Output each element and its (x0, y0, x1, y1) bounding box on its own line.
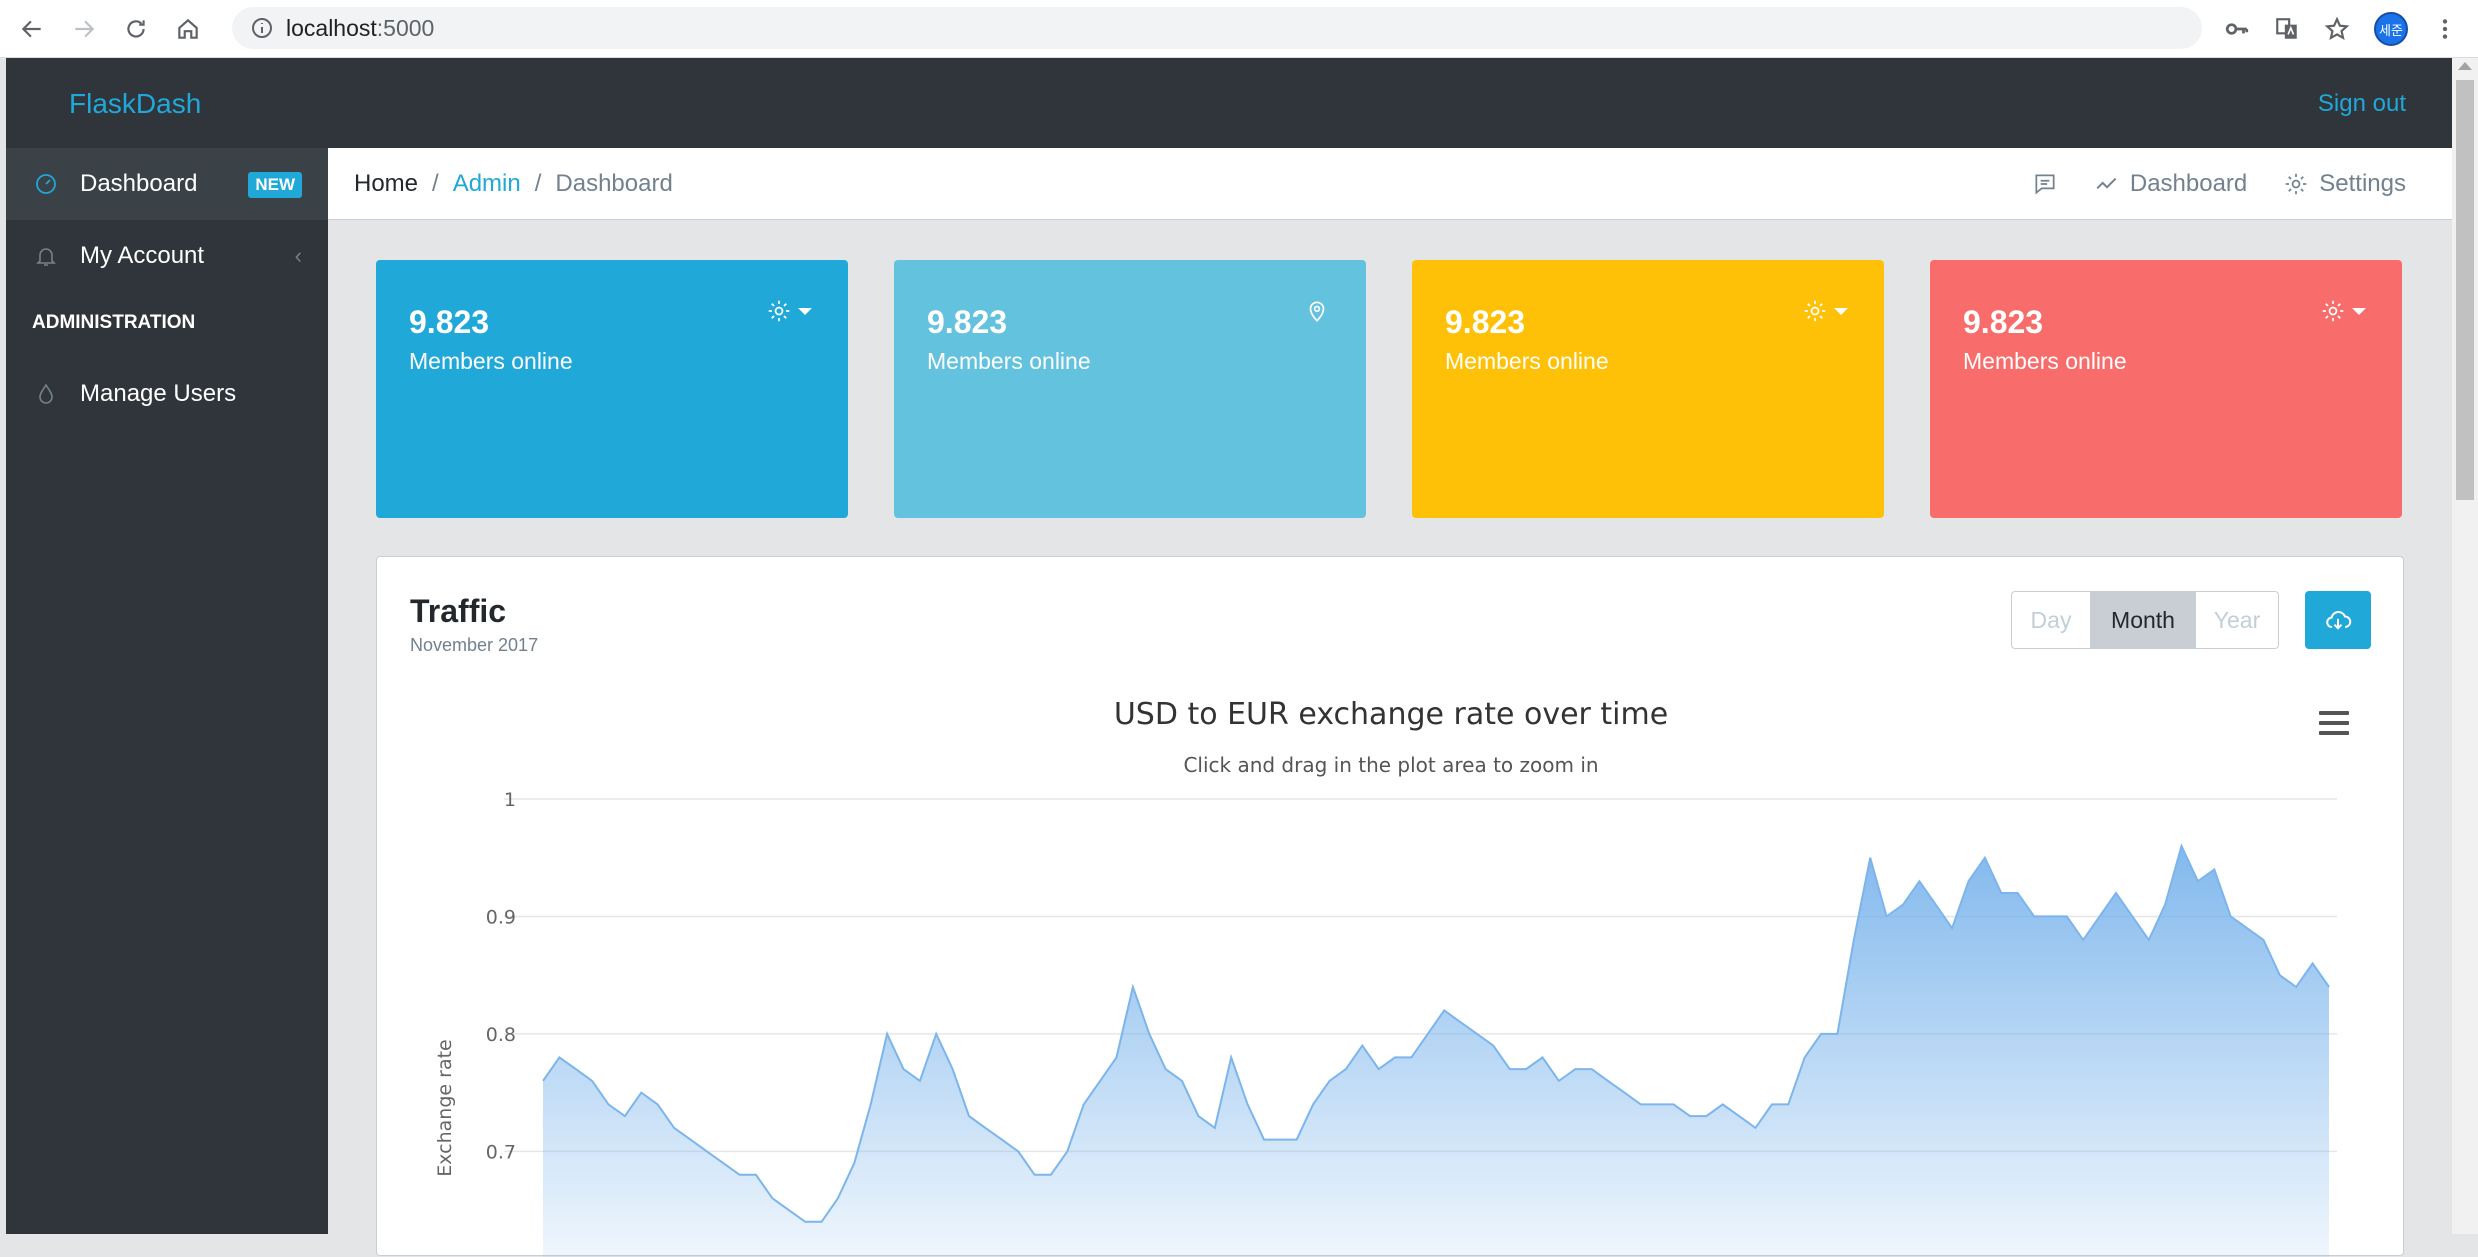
card-location-button[interactable] (1304, 298, 1330, 324)
breadcrumb-separator: / (534, 169, 542, 197)
sidebar: Dashboard NEW My Account ‹ ADMINISTRATIO… (6, 148, 328, 1234)
address-bar[interactable]: localhost:5000 (232, 7, 2202, 49)
card-value: 9.823 (409, 304, 490, 340)
caret-down-icon (798, 307, 812, 315)
messages-button[interactable] (2032, 171, 2058, 197)
gear-icon (2322, 300, 2344, 322)
location-pin-icon (1309, 301, 1325, 322)
card-label: Members online (927, 348, 1091, 374)
sidebar-item-label: Manage Users (80, 380, 237, 407)
card-value: 9.823 (1445, 304, 1526, 340)
brand-logo[interactable]: FlaskDash (69, 88, 201, 120)
new-badge: NEW (248, 172, 302, 198)
breadcrumb-menu: Dashboard Settings (2032, 148, 2406, 220)
sidebar-item-my-account[interactable]: My Account ‹ (6, 220, 328, 292)
sidebar-item-label: Dashboard (80, 170, 198, 197)
stat-card-2: 9.823 Members online (894, 260, 1366, 518)
translate-icon[interactable] (2274, 16, 2300, 42)
y-tick-label: 0.8 (486, 1024, 516, 1046)
card-label: Members online (1963, 348, 2127, 374)
traffic-panel: Traffic November 2017 Day Month Year 1 0.… (376, 556, 2405, 1257)
chart-menu-icon[interactable] (2319, 711, 2349, 741)
series-area-fill (543, 846, 2329, 1257)
info-icon[interactable] (250, 16, 274, 40)
trend-line-icon (2096, 177, 2117, 190)
sidebar-item-manage-users[interactable]: Manage Users (6, 358, 328, 430)
gear-icon (1804, 300, 1826, 322)
bell-icon (36, 248, 56, 266)
card-label: Members online (1445, 348, 1609, 374)
breadcrumb-current: Dashboard (555, 169, 673, 197)
profile-avatar[interactable]: 세준 (2374, 12, 2408, 46)
settings-link[interactable]: Settings (2283, 170, 2406, 198)
key-icon[interactable] (2224, 16, 2250, 42)
browser-actions: 세준 (2224, 0, 2458, 58)
stat-card-4: 9.823 Members online (1930, 260, 2402, 518)
url-text: localhost:5000 (286, 15, 434, 42)
chart-title: USD to EUR exchange rate over time (1113, 697, 1669, 732)
sign-out-link[interactable]: Sign out (2318, 90, 2406, 118)
breadcrumb-home[interactable]: Home (354, 170, 418, 198)
scrollbar-thumb[interactable] (2456, 80, 2474, 500)
y-tick-label: 0.7 (486, 1141, 516, 1163)
home-button[interactable] (168, 9, 208, 49)
bookmark-star-icon[interactable] (2324, 16, 2350, 42)
home-icon (178, 18, 198, 39)
breadcrumb-admin[interactable]: Admin (453, 170, 521, 198)
url-host: localhost (286, 14, 377, 41)
chevron-left-icon: ‹ (294, 243, 302, 268)
speedometer-icon (36, 174, 56, 194)
exchange-rate-chart[interactable]: 1 0.9 0.8 0.7 Exchange rate (377, 557, 2405, 1257)
drop-icon (39, 383, 53, 404)
gear-icon (768, 300, 790, 322)
breadcrumb: Home / Admin / Dashboard Dashboard Setti… (328, 148, 2452, 220)
y-tick-label: 0.9 (486, 906, 516, 928)
reload-icon (127, 19, 145, 38)
dashboard-link-label: Dashboard (2129, 170, 2248, 197)
forward-button[interactable] (64, 9, 104, 49)
scroll-up-arrow-icon[interactable] (2458, 62, 2472, 70)
card-value: 9.823 (927, 304, 1008, 340)
browser-toolbar: localhost:5000 세준 (0, 0, 2478, 58)
sidebar-item-label: My Account (80, 242, 205, 269)
sidebar-item-dashboard[interactable]: Dashboard NEW (6, 148, 328, 220)
back-arrow-icon (21, 20, 41, 37)
card-value: 9.823 (1963, 304, 2044, 340)
y-axis-ticks: 1 0.9 0.8 0.7 (486, 789, 516, 1163)
dashboard-link[interactable]: Dashboard (2094, 170, 2247, 198)
app-header: FlaskDash Sign out (6, 58, 2452, 148)
stat-card-3: 9.823 Members online (1412, 260, 1884, 518)
sidebar-section-title: ADMINISTRATION (32, 312, 196, 333)
y-axis-label: Exchange rate (434, 1039, 456, 1176)
gear-icon (2285, 173, 2307, 195)
card-settings-dropdown[interactable] (766, 298, 812, 324)
back-button[interactable] (12, 9, 52, 49)
caret-down-icon (2352, 307, 2366, 315)
reload-button[interactable] (116, 9, 156, 49)
settings-link-label: Settings (2319, 170, 2406, 197)
breadcrumb-separator: / (432, 169, 439, 197)
stat-card-1: 9.823 Members online (376, 260, 848, 518)
card-label: Members online (409, 348, 573, 374)
forward-arrow-icon (75, 20, 95, 37)
card-settings-dropdown[interactable] (2320, 298, 2366, 324)
caret-down-icon (1834, 307, 1848, 315)
chart-subtitle: Click and drag in the plot area to zoom … (1183, 753, 1599, 777)
speech-bubble-icon (2035, 174, 2055, 195)
url-port: :5000 (376, 14, 435, 41)
card-settings-dropdown[interactable] (1802, 298, 1848, 324)
kebab-menu-icon[interactable] (2432, 16, 2458, 42)
y-tick-label: 1 (504, 789, 516, 811)
